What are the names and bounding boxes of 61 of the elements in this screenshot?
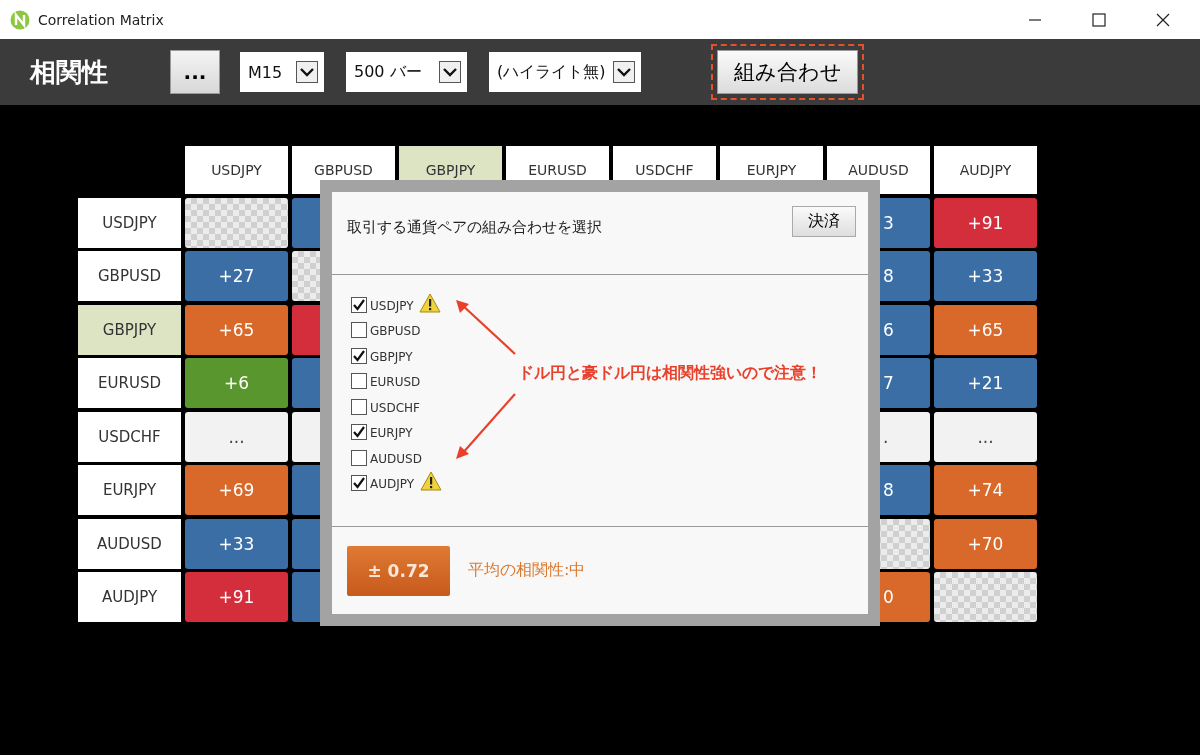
- checkbox[interactable]: [351, 296, 367, 313]
- row-header: USDCHF: [78, 411, 181, 462]
- checkbox[interactable]: [351, 373, 367, 389]
- app-logo-icon: [10, 9, 30, 30]
- more-button[interactable]: ...: [170, 50, 220, 94]
- dropdown[interactable]: 500 バー: [346, 52, 467, 92]
- correlation-cell: +70: [934, 518, 1037, 569]
- correlation-cell: +69: [185, 465, 288, 515]
- pair-label: AUDJPY: [370, 477, 415, 491]
- pair-label: GBPUSD: [370, 324, 421, 338]
- pair-label: GBPJPY: [370, 349, 413, 364]
- check-icon: [352, 348, 366, 363]
- column-header: USDJPY: [185, 146, 288, 194]
- dropdown[interactable]: (ハイライト無): [489, 52, 641, 92]
- annotation-arrow: [455, 392, 517, 460]
- correlation-cell: +91: [185, 572, 288, 622]
- checkbox[interactable]: [351, 449, 367, 466]
- correlation-cell: +91: [934, 197, 1037, 248]
- combine-button[interactable]: 組み合わせ: [717, 50, 858, 94]
- correlation-cell: ...: [934, 411, 1037, 462]
- correlation-cell: +21: [934, 358, 1037, 408]
- row-header: EURJPY: [78, 465, 181, 515]
- annotation-arrow: [455, 300, 517, 356]
- check-icon: [352, 476, 366, 490]
- pair-label: USDJPY: [370, 298, 414, 313]
- correlation-cell: +33: [934, 251, 1037, 301]
- correlation-cell: +65: [934, 304, 1037, 355]
- dropdown-caret-icon[interactable]: [296, 61, 318, 83]
- app-title: 相関性: [30, 55, 109, 89]
- column-header: AUDJPY: [934, 146, 1037, 194]
- dropdown[interactable]: M15: [240, 52, 324, 92]
- pair-label: AUDUSD: [370, 451, 422, 466]
- correlation-cell: +27: [185, 251, 288, 301]
- check-icon: [352, 297, 366, 312]
- row-header: GBPJPY: [78, 304, 181, 355]
- row-header: AUDJPY: [78, 572, 181, 622]
- settle-button[interactable]: 決済: [792, 206, 856, 237]
- correlation-cell: +33: [185, 518, 288, 569]
- checkbox[interactable]: [351, 398, 367, 415]
- checkbox[interactable]: [351, 424, 367, 440]
- row-header: EURUSD: [78, 358, 181, 408]
- pair-label: EURUSD: [370, 375, 421, 389]
- window-title: Correlation Matrix: [38, 11, 165, 28]
- pair-label: USDCHF: [370, 400, 420, 415]
- pair-label: EURJPY: [370, 426, 413, 440]
- correlation-cell: +74: [934, 465, 1037, 515]
- dropdown-caret-icon[interactable]: [439, 61, 461, 83]
- annotation-note: ドル円と豪ドル円は相関性強いので注意！: [518, 363, 822, 384]
- correlation-cell: ...: [185, 411, 288, 462]
- average-correlation-text: 平均の相関性:中: [468, 560, 586, 581]
- checkbox[interactable]: [351, 322, 367, 338]
- checkbox[interactable]: [351, 347, 367, 364]
- row-header: AUDUSD: [78, 518, 181, 569]
- dialog-title: 取引する通貨ペアの組み合わせを選択: [347, 217, 602, 237]
- correlation-cell: +6: [185, 358, 288, 408]
- row-header: USDJPY: [78, 197, 181, 248]
- dropdown-caret-icon[interactable]: [613, 61, 635, 83]
- correlation-cell: +65: [185, 304, 288, 355]
- check-icon: [352, 425, 366, 439]
- checkbox[interactable]: [351, 475, 367, 491]
- row-header: GBPUSD: [78, 251, 181, 301]
